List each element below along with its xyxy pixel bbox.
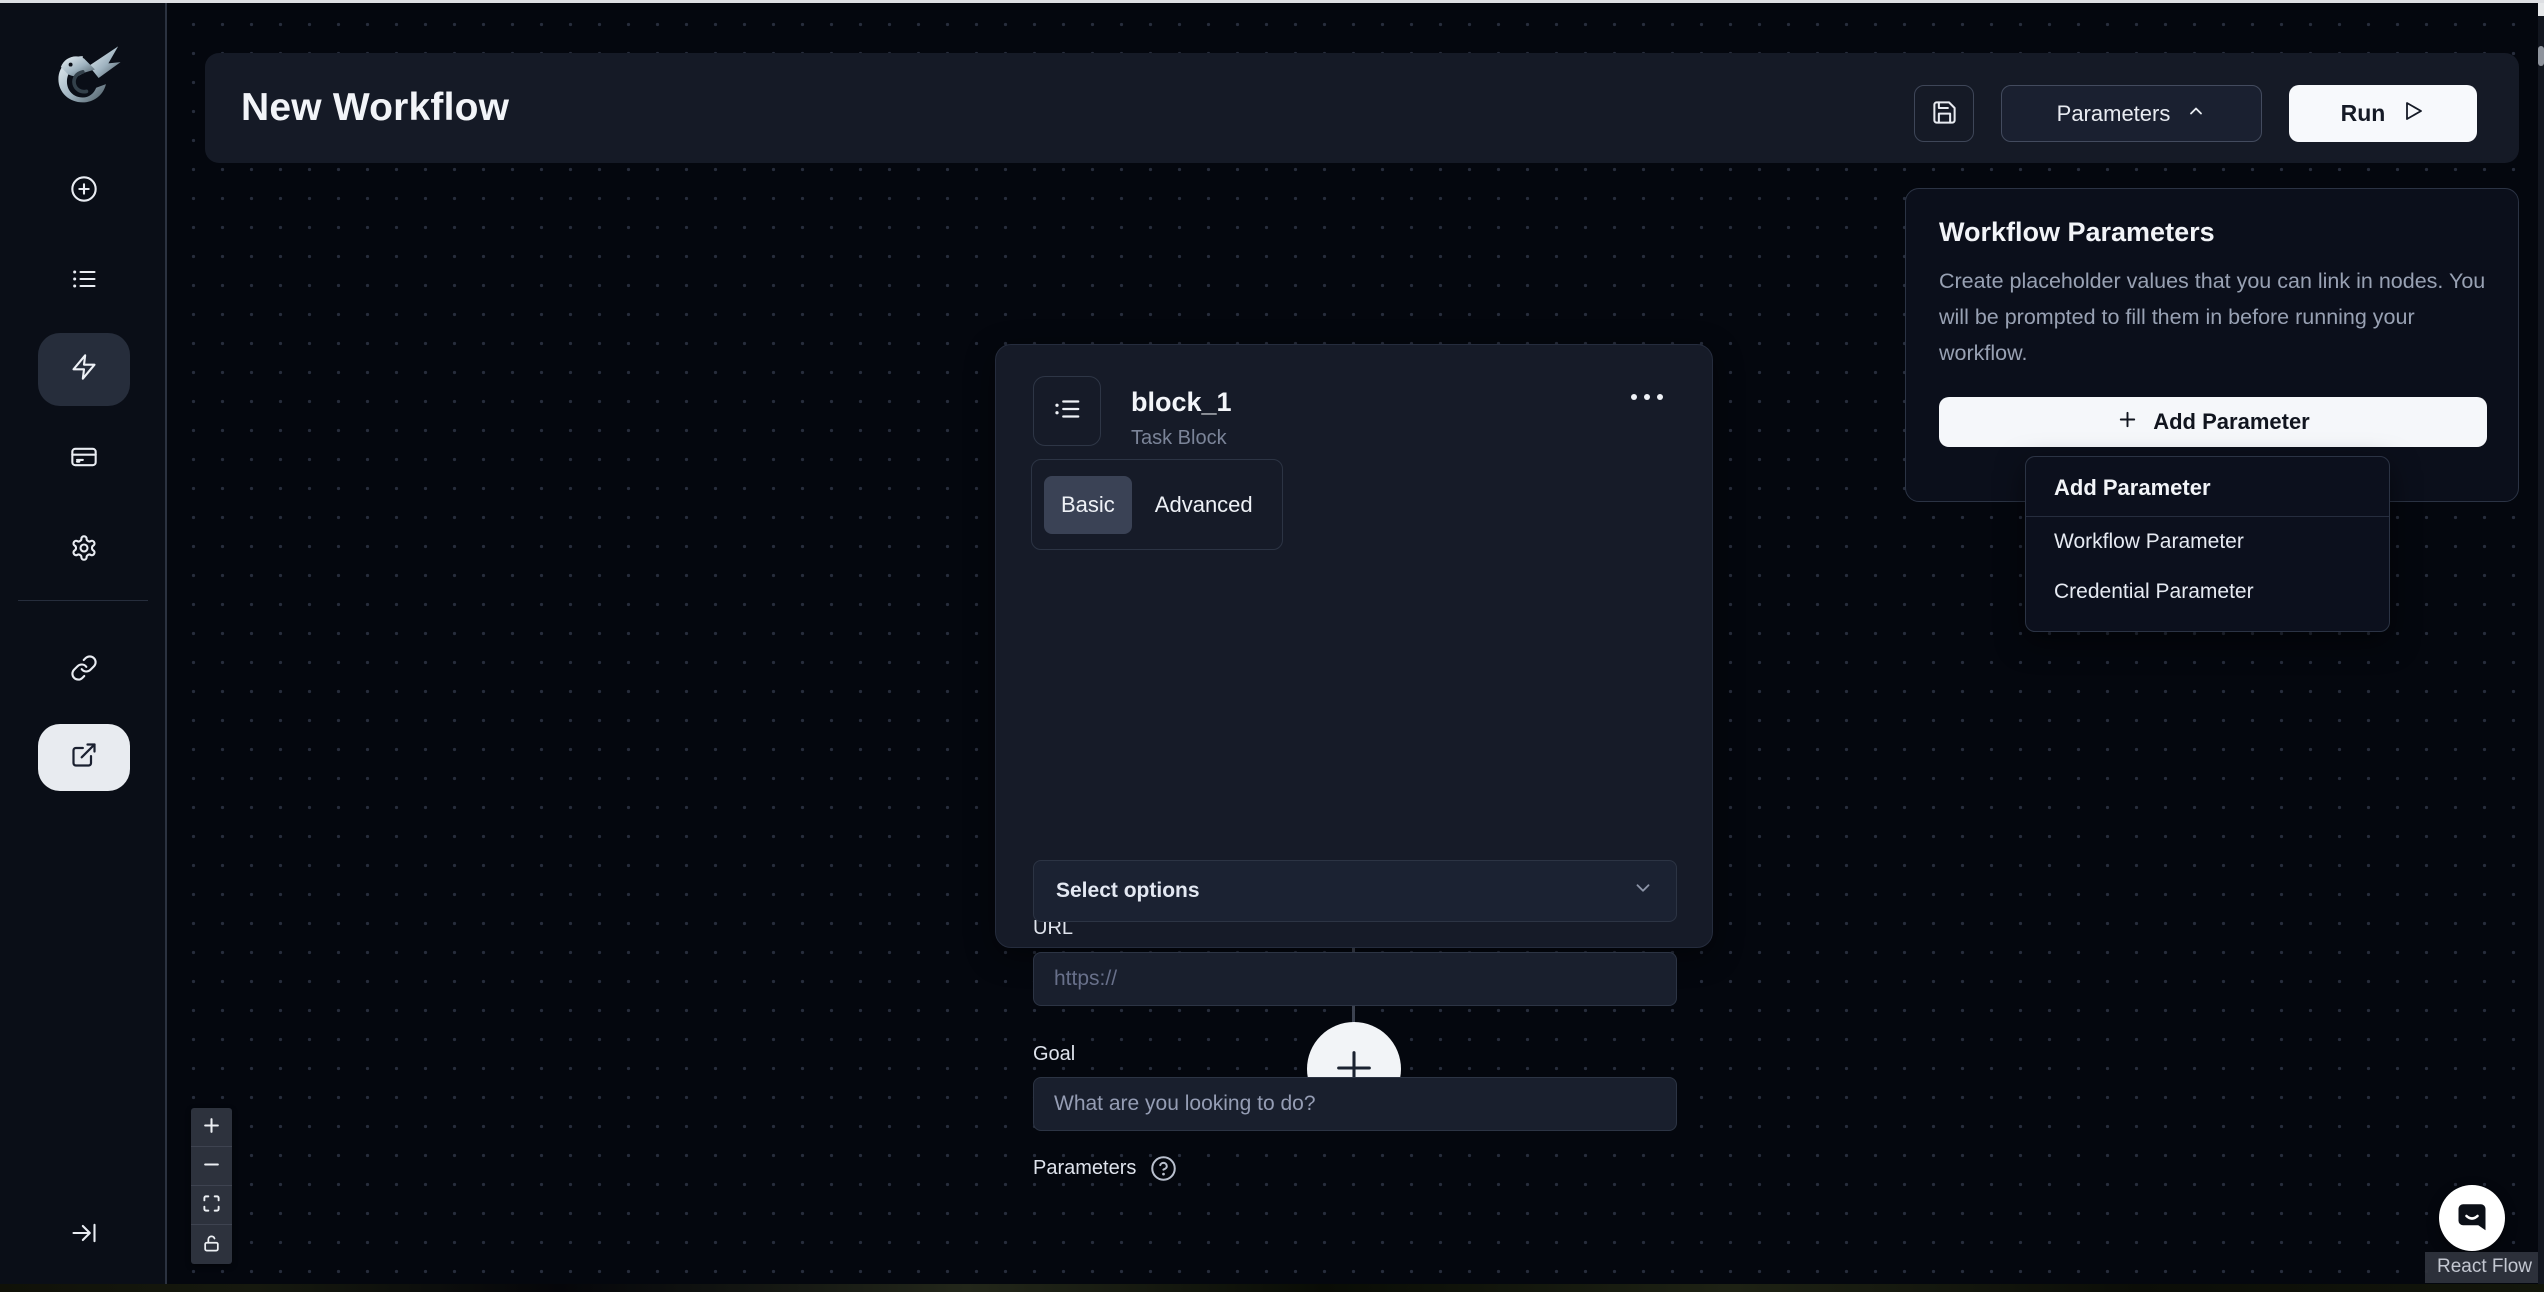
fit-view-button[interactable] xyxy=(191,1186,232,1225)
zoom-out-button[interactable] xyxy=(191,1147,232,1186)
node-options-button[interactable] xyxy=(1622,381,1672,413)
plus-icon xyxy=(202,1116,221,1138)
scrollbar-thumb[interactable] xyxy=(2538,46,2544,66)
chat-bubble-icon xyxy=(2454,1199,2490,1238)
run-button[interactable]: Run xyxy=(2289,85,2477,142)
parameters-select-value: Select options xyxy=(1056,879,1200,902)
help-circle-icon[interactable] xyxy=(1150,1155,1177,1182)
add-parameter-button-label: Add Parameter xyxy=(2153,409,2310,434)
list-icon xyxy=(1052,394,1082,429)
parameters-label: Parameters xyxy=(1033,1157,1137,1179)
react-flow-attribution[interactable]: React Flow xyxy=(2424,1252,2544,1283)
chevron-down-icon xyxy=(1632,877,1654,905)
link-icon xyxy=(70,654,98,685)
task-block-node[interactable]: block_1 Task Block Basic Advanced URL Go… xyxy=(995,344,1713,1181)
menu-title: Add Parameter xyxy=(2054,475,2211,500)
window-bottom-edge xyxy=(0,1284,2544,1292)
plus-icon xyxy=(2116,408,2139,437)
add-parameter-menu: Add Parameter Workflow Parameter Credent… xyxy=(2025,456,2390,632)
sidebar-item-settings[interactable] xyxy=(60,525,108,573)
add-parameter-button[interactable]: Add Parameter xyxy=(1939,397,2487,447)
workflow-parameters-panel: Workflow Parameters Create placeholder v… xyxy=(1905,188,2519,502)
skyvern-dragon-logo-icon xyxy=(42,39,126,117)
zoom-in-button[interactable] xyxy=(191,1108,232,1147)
sidebar-item-billing[interactable] xyxy=(60,434,108,482)
workflow-header: New Workflow Parameters Run xyxy=(205,53,2519,163)
canvas-controls xyxy=(191,1108,232,1264)
menu-item-workflow-parameter[interactable]: Workflow Parameter xyxy=(2026,517,2389,567)
tab-basic[interactable]: Basic xyxy=(1044,475,1132,534)
scrollbar-top-cap xyxy=(2538,3,2544,16)
lightning-icon xyxy=(70,353,98,386)
goal-input[interactable] xyxy=(1033,1077,1677,1131)
external-link-icon xyxy=(70,741,98,774)
arrow-right-to-line-icon xyxy=(70,1219,98,1250)
node-title: block_1 xyxy=(1131,387,1232,417)
sidebar-divider xyxy=(18,600,148,601)
node-type-label: Task Block xyxy=(1131,427,1227,449)
fit-view-icon xyxy=(202,1194,221,1216)
sidebar-item-share-active[interactable] xyxy=(38,724,130,791)
page-title: New Workflow xyxy=(241,86,510,129)
sidebar xyxy=(0,3,167,1284)
save-icon xyxy=(1931,99,1958,129)
task-block-type-icon-box xyxy=(1033,376,1101,446)
tab-advanced[interactable]: Advanced xyxy=(1138,476,1270,534)
url-input[interactable] xyxy=(1033,952,1677,1006)
run-button-label: Run xyxy=(2340,100,2386,126)
sidebar-item-integrations[interactable] xyxy=(60,645,108,693)
sidebar-expand-button[interactable] xyxy=(60,1210,108,1258)
scrollbar-track[interactable] xyxy=(2538,3,2544,1284)
ellipsis-icon xyxy=(1631,394,1637,400)
panel-description: Create placeholder values that you can l… xyxy=(1939,269,2486,365)
support-chat-button[interactable] xyxy=(2439,1185,2505,1251)
chevron-up-icon xyxy=(2186,101,2206,127)
list-icon xyxy=(70,265,98,296)
save-button[interactable] xyxy=(1914,85,1974,142)
node-tabs: Basic Advanced xyxy=(1031,459,1283,550)
goal-label: Goal xyxy=(1033,1043,1076,1065)
credit-card-icon xyxy=(70,443,98,474)
parameters-button-label: Parameters xyxy=(2056,100,2171,126)
lock-button[interactable] xyxy=(191,1225,232,1264)
plus-circle-icon xyxy=(70,175,98,206)
parameters-field-row: Parameters xyxy=(1033,1155,1177,1182)
play-icon xyxy=(2401,99,2425,129)
sidebar-item-create[interactable] xyxy=(60,166,108,214)
unlock-icon xyxy=(202,1234,221,1256)
parameters-button[interactable]: Parameters xyxy=(2001,85,2262,142)
sidebar-item-workflows-active[interactable] xyxy=(38,333,130,406)
minus-icon xyxy=(202,1155,221,1177)
parameters-select[interactable]: Select options xyxy=(1033,860,1677,922)
window-top-edge xyxy=(0,0,2544,3)
menu-item-credential-parameter[interactable]: Credential Parameter xyxy=(2026,567,2389,617)
header-actions: Parameters Run xyxy=(1914,85,2477,142)
sidebar-item-runs[interactable] xyxy=(60,256,108,304)
gear-icon xyxy=(70,534,98,565)
panel-title: Workflow Parameters xyxy=(1939,217,2215,247)
